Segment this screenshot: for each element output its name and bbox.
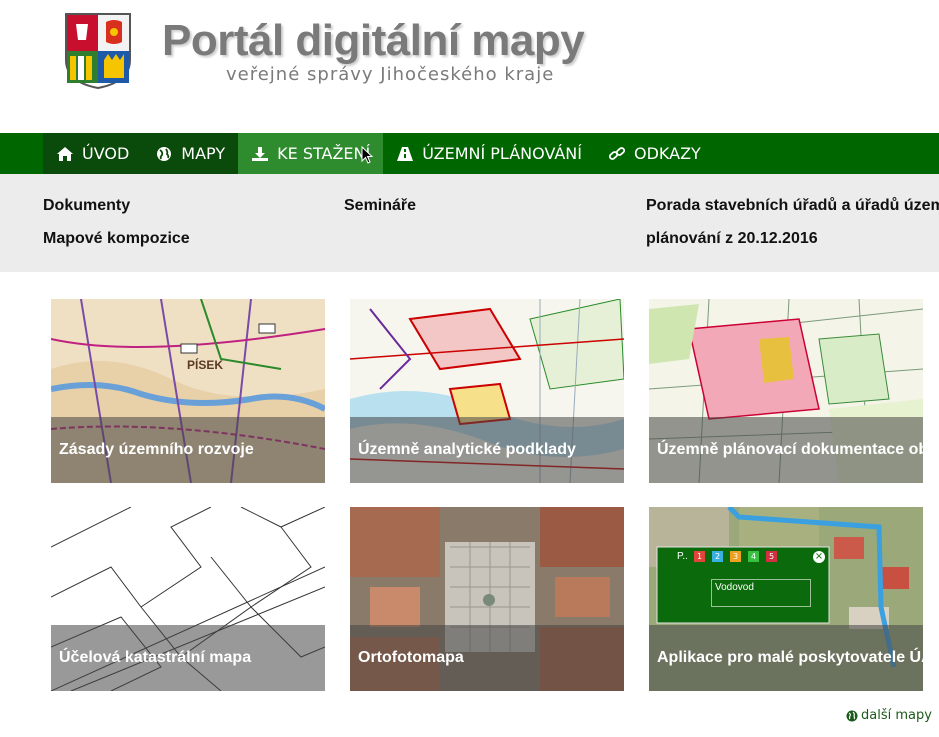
- tile-caption: Účelová katastrální mapa: [51, 625, 325, 691]
- tile-ucelova-katastralni-mapa[interactable]: Účelová katastrální mapa: [51, 507, 325, 691]
- app-tab-1: 1: [694, 551, 705, 562]
- tile-caption-text: Územně plánovací dokumentace obcí: [657, 441, 923, 458]
- nav-label: KE STAŽENÍ: [277, 144, 371, 163]
- submenu-link-mapove-kompozice[interactable]: Mapové kompozice: [43, 230, 190, 248]
- mouse-cursor-icon: [361, 145, 374, 164]
- tile-caption: Ortofotomapa: [350, 625, 624, 691]
- download-submenu: Dokumenty Mapové kompozice Semináře Pora…: [0, 174, 939, 272]
- app-panel-title: P..: [677, 551, 688, 562]
- nav-label: ODKAZY: [634, 144, 701, 163]
- close-icon: ×: [813, 551, 825, 563]
- nav-item-odkazy[interactable]: ODKAZY: [595, 133, 714, 174]
- app-tab-3: 3: [730, 551, 741, 562]
- nav-label: MAPY: [181, 144, 226, 163]
- main-nav: ÚVOD MAPY KE STAŽENÍ ÚZEMNÍ PLÁNOVÁNÍ OD…: [0, 133, 939, 184]
- app-tab-4: 4: [748, 551, 759, 562]
- site-subtitle: veřejné správy Jihočeského kraje: [226, 64, 555, 85]
- tile-aplikace-uap[interactable]: P.. 1 2 3 4 5 Vodovod × Aplikace pro mal…: [649, 507, 923, 691]
- tile-caption-text: Územně analytické podklady: [358, 441, 576, 458]
- globe-icon: [155, 146, 173, 162]
- submenu-link-porada[interactable]: Porada stavebních úřadů a úřadů územního: [646, 197, 939, 215]
- tile-caption: Aplikace pro malé poskytovatele ÚAP: [649, 625, 923, 691]
- nav-item-uvod[interactable]: ÚVOD: [43, 133, 143, 174]
- tile-zasady-uzemniho-rozvoje[interactable]: PÍSEK Zásady územního rozvoje: [51, 299, 325, 483]
- submenu-link-porada-date[interactable]: plánování z 20.12.2016: [646, 230, 818, 248]
- site-title[interactable]: Portál digitální mapy: [162, 16, 585, 66]
- coat-of-arms-icon[interactable]: [64, 12, 132, 90]
- nav-label: ÚVOD: [82, 144, 130, 163]
- nav-label: ÚZEMNÍ PLÁNOVÁNÍ: [422, 144, 582, 163]
- tile-caption-text: Zásady územního rozvoje: [59, 441, 254, 458]
- download-icon: [251, 146, 269, 162]
- app-tab-5: 5: [766, 551, 777, 562]
- tile-ortofotomapa[interactable]: Ortofotomapa: [350, 507, 624, 691]
- map-label-pisek: PÍSEK: [187, 357, 223, 372]
- nav-item-mapy[interactable]: MAPY: [142, 133, 239, 174]
- tile-caption: Zásady územního rozvoje: [51, 417, 325, 483]
- more-maps-link[interactable]: další mapy: [846, 708, 932, 723]
- tile-uzemne-analyticke-podklady[interactable]: Územně analytické podklady: [350, 299, 624, 483]
- home-icon: [56, 146, 74, 162]
- nav-item-uzemni-planovani[interactable]: ÚZEMNÍ PLÁNOVÁNÍ: [383, 133, 595, 174]
- app-field-value: Vodovod: [711, 579, 811, 607]
- submenu-link-dokumenty[interactable]: Dokumenty: [43, 197, 130, 215]
- tile-caption: Územně analytické podklady: [350, 417, 624, 483]
- tile-caption: Územně plánovací dokumentace obcí: [649, 417, 923, 483]
- more-maps-label: další mapy: [861, 708, 932, 723]
- road-icon: [396, 146, 414, 162]
- tile-caption-text: Aplikace pro malé poskytovatele ÚAP: [657, 649, 923, 666]
- tile-uzemne-planovaci-dokumentace[interactable]: Územně plánovací dokumentace obcí: [649, 299, 923, 483]
- link-icon: [608, 146, 626, 162]
- globe-icon: [846, 710, 858, 722]
- tile-caption-text: Účelová katastrální mapa: [59, 649, 252, 666]
- submenu-link-seminare[interactable]: Semináře: [344, 197, 416, 215]
- app-tab-2: 2: [712, 551, 723, 562]
- tile-caption-text: Ortofotomapa: [358, 649, 464, 666]
- site-header: Portál digitální mapy veřejné správy Jih…: [0, 0, 939, 133]
